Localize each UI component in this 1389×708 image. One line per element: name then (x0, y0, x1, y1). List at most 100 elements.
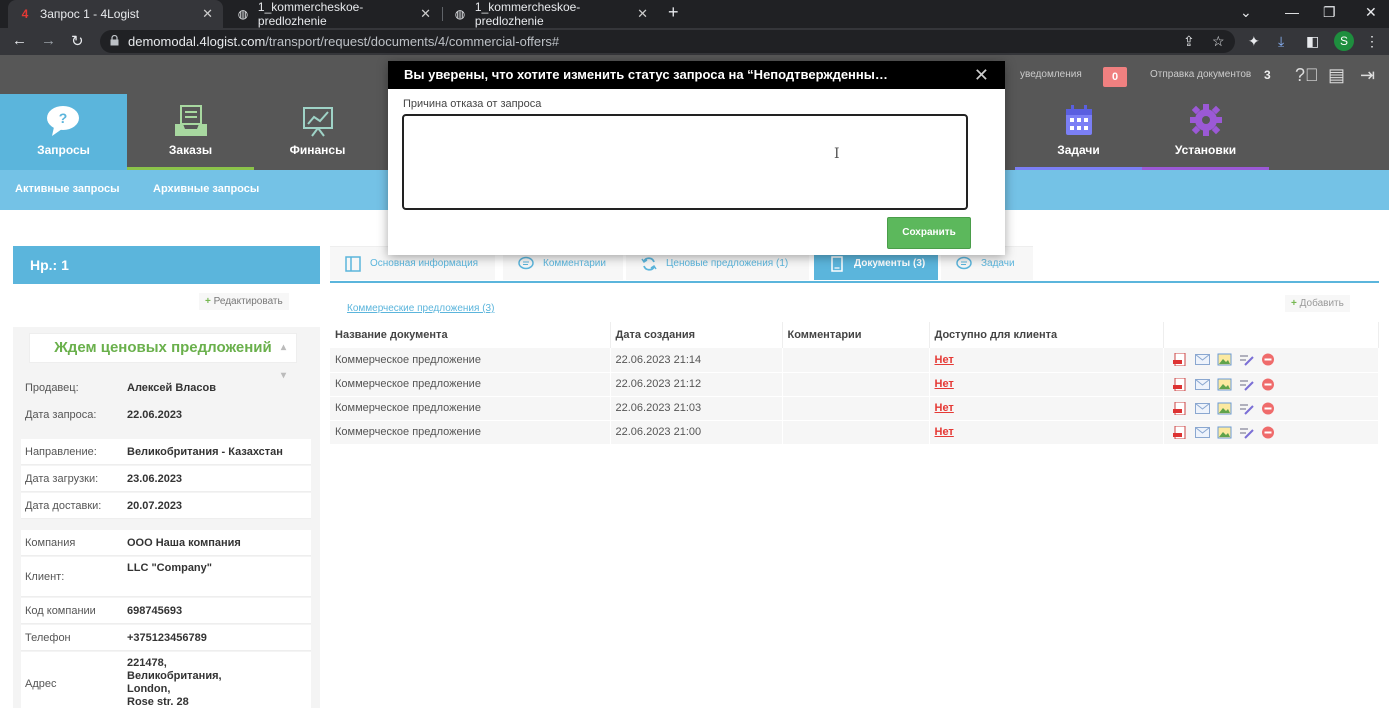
edit-pencil-icon[interactable] (1239, 353, 1254, 366)
share-icon[interactable]: ⇪ (1183, 33, 1195, 50)
close-icon[interactable]: ✕ (202, 6, 213, 22)
delete-icon[interactable] (1261, 353, 1276, 366)
field-label: Клиент: (25, 571, 65, 583)
status-value: Ждем ценовых предложений (54, 339, 272, 356)
tabs-underline (330, 281, 1379, 283)
status-select[interactable]: Ждем ценовых предложений ▴ ▾ (29, 333, 297, 381)
edit-pencil-icon[interactable] (1239, 426, 1254, 439)
table-header-row: Название документа Дата создания Коммент… (330, 322, 1379, 348)
help-icon[interactable]: ?⃝ (1295, 65, 1319, 86)
address-line: 221478, (127, 657, 167, 669)
reload-icon[interactable]: ↻ (71, 32, 84, 50)
pdf-icon[interactable] (1172, 353, 1188, 367)
column-header: Дата создания (610, 322, 783, 348)
nav-tab-label: Запросы (37, 143, 90, 157)
forward-icon[interactable]: → (41, 32, 56, 49)
field-company-code: Код компании 698745693 (21, 598, 311, 624)
nav-tab-settings[interactable]: Установки (1142, 94, 1269, 170)
doc-name: Коммерческое предложение (330, 396, 611, 421)
documents-icon[interactable]: ▤ (1328, 65, 1345, 86)
tab-label: Ценовые предложения (1) (666, 258, 789, 269)
add-label: Добавить (1299, 298, 1344, 309)
image-icon[interactable] (1217, 402, 1232, 415)
field-label: Компания (25, 537, 76, 549)
more-menu-icon[interactable]: ⋮ (1365, 33, 1379, 50)
browser-tab-2[interactable]: ◍ 1_kommercheskoe-predlozhenie ✕ (226, 0, 441, 28)
image-icon[interactable] (1217, 426, 1232, 439)
browser-tab-3[interactable]: ◍ 1_kommercheskoe-predlozhenie ✕ (443, 0, 658, 28)
back-icon[interactable]: ← (12, 32, 27, 49)
image-icon[interactable] (1217, 353, 1232, 366)
browser-tab-1[interactable]: 4 Запрос 1 - 4Logist ✕ (8, 0, 223, 28)
profile-avatar[interactable]: S (1334, 31, 1354, 51)
client-availability-toggle[interactable]: Нет (929, 372, 1164, 397)
reject-reason-textarea[interactable] (402, 114, 968, 210)
client-availability-toggle[interactable]: Нет (929, 420, 1164, 445)
url-host: demomodal.4logist.com (128, 34, 266, 49)
address-line: Великобритания, (127, 670, 222, 682)
chevron-down-icon[interactable]: ⌄ (1240, 4, 1252, 21)
delete-icon[interactable] (1261, 378, 1276, 391)
modal-title: Вы уверены, что хотите изменить статус з… (404, 67, 888, 82)
restore-icon[interactable]: ❐ (1323, 4, 1336, 21)
delete-icon[interactable] (1261, 426, 1276, 439)
side-panel-icon[interactable]: ◧ (1306, 33, 1319, 50)
active-requests-link[interactable]: Активные запросы (15, 183, 119, 195)
field-value: ООО Наша компания (127, 537, 241, 549)
email-icon[interactable] (1194, 402, 1210, 415)
reject-reason-label: Причина отказа от запроса (403, 98, 542, 110)
field-phone: Телефон +375123456789 (21, 625, 311, 651)
pdf-icon[interactable] (1172, 377, 1188, 391)
field-label: Направление: (25, 446, 97, 458)
comment-icon (956, 256, 972, 269)
edit-pencil-icon[interactable] (1239, 378, 1254, 391)
column-header (1163, 322, 1379, 348)
new-tab-icon[interactable]: + (668, 2, 679, 23)
add-button[interactable]: + Добавить (1285, 295, 1350, 312)
doc-sending-label[interactable]: Отправка документов (1150, 69, 1251, 80)
doc-comment (782, 420, 930, 445)
client-availability-toggle[interactable]: Нет (929, 396, 1164, 421)
doc-sending-count[interactable]: 3 (1264, 68, 1271, 82)
email-icon[interactable] (1194, 426, 1210, 439)
bookmark-star-icon[interactable]: ☆ (1212, 33, 1225, 50)
field-value: 698745693 (127, 605, 183, 617)
pdf-icon[interactable] (1172, 425, 1188, 439)
field-client: Клиент: LLC "Company" (21, 557, 311, 597)
minimize-icon[interactable]: — (1285, 4, 1299, 20)
edit-button[interactable]: + Редактировать (199, 293, 289, 310)
field-loading-date: Дата загрузки: 23.06.2023 (21, 466, 311, 492)
email-icon[interactable] (1194, 378, 1210, 391)
client-availability-toggle[interactable]: Нет (929, 348, 1164, 373)
notifications-count-badge[interactable]: 0 (1103, 67, 1127, 87)
close-icon[interactable]: ✕ (420, 6, 431, 22)
nav-tab-tasks[interactable]: Задачи (1015, 94, 1142, 170)
field-value: Алексей Власов (127, 382, 216, 394)
close-window-icon[interactable]: ✕ (1365, 4, 1377, 21)
pdf-icon[interactable] (1172, 401, 1188, 415)
browser-address-bar: ← → ↻ demomodal.4logist.com/transport/re… (0, 28, 1389, 55)
delete-icon[interactable] (1261, 402, 1276, 415)
globe-icon: ◍ (454, 7, 466, 21)
nav-tab-requests[interactable]: ? Запросы (0, 94, 127, 170)
close-icon[interactable]: ✕ (974, 65, 989, 86)
edit-pencil-icon[interactable] (1239, 402, 1254, 415)
commercial-offers-link[interactable]: Коммерческие предложения (3) (347, 303, 494, 314)
field-label: Дата загрузки: (25, 473, 99, 485)
notifications-label[interactable]: уведомления (1020, 69, 1082, 80)
download-icon[interactable]: ⤓ (1278, 33, 1284, 50)
field-label: Адрес (25, 678, 57, 690)
image-icon[interactable] (1217, 378, 1232, 391)
url-field[interactable]: demomodal.4logist.com/transport/request/… (100, 30, 1235, 53)
nav-tab-label: Задачи (1057, 143, 1100, 157)
email-icon[interactable] (1194, 353, 1210, 366)
save-button[interactable]: Сохранить (887, 217, 971, 249)
close-icon[interactable]: ✕ (637, 6, 648, 22)
nav-tab-finance[interactable]: Финансы (254, 94, 381, 170)
logout-icon[interactable]: ⇥ (1360, 65, 1375, 86)
field-label: Дата доставки: (25, 500, 102, 512)
archived-requests-link[interactable]: Архивные запросы (153, 183, 259, 195)
tab-label: Комментарии (543, 258, 606, 269)
nav-tab-orders[interactable]: Заказы (127, 94, 254, 170)
extensions-icon[interactable]: ✦ (1248, 33, 1260, 50)
